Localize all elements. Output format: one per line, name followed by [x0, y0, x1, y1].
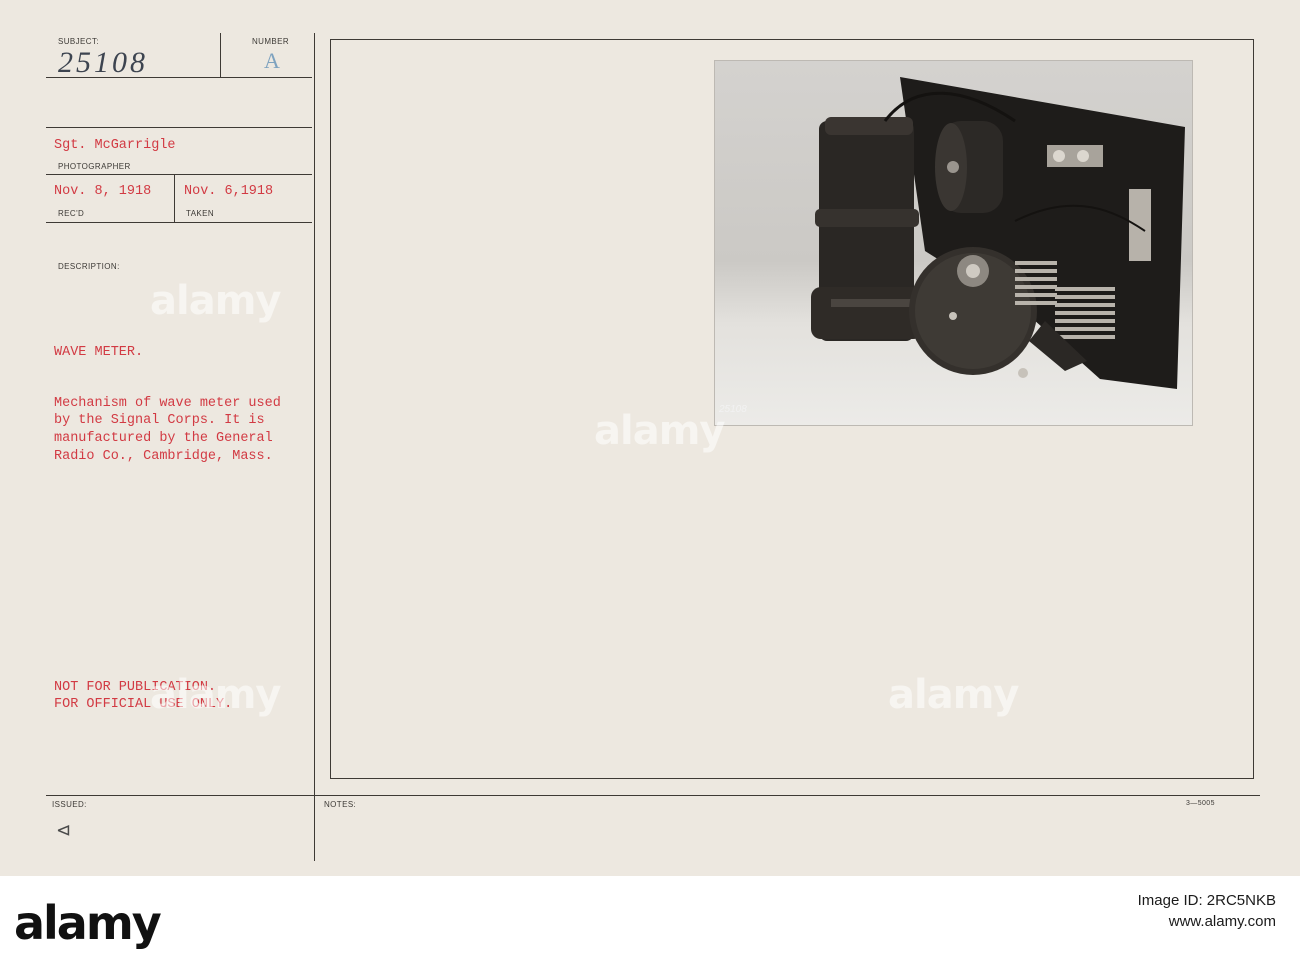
image-id: Image ID: 2RC5NKB [1137, 892, 1276, 909]
form-rule [46, 222, 312, 223]
taken-date: Nov. 6,1918 [184, 184, 274, 199]
watermark: alamy [150, 278, 281, 324]
description-line: by the Signal Corps. It is [54, 413, 265, 428]
left-column-divider [314, 33, 315, 861]
description-line: Mechanism of wave meter used [54, 396, 281, 411]
date-divider [174, 174, 175, 222]
bottom-rule [46, 795, 1260, 796]
taken-label: TAKEN [186, 209, 215, 218]
number-stamp: A [264, 48, 280, 73]
recd-label: REC'D [58, 209, 85, 218]
form-rule [46, 174, 312, 175]
watermark: alamy [594, 408, 725, 454]
issued-label: ISSUED: [52, 800, 87, 809]
wave-meter-illustration [811, 77, 1185, 389]
received-date: Nov. 8, 1918 [54, 184, 152, 199]
photographer-label: PHOTOGRAPHER [58, 162, 131, 171]
record-card: SUBJECT: NUMBER PHOTOGRAPHER REC'D TAKEN… [0, 0, 1300, 876]
photographer-name: Sgt. McGarrigle [54, 138, 176, 153]
description-label: DESCRIPTION: [58, 262, 120, 271]
notes-label: NOTES: [324, 800, 357, 809]
subject-label: SUBJECT: [58, 37, 99, 46]
image-id-block: Image ID: 2RC5NKB www.alamy.com [1138, 892, 1276, 930]
photo-title: WAVE METER. [54, 345, 144, 360]
site-url[interactable]: www.alamy.com [1138, 913, 1276, 930]
watermark: alamy [888, 672, 1019, 718]
wave-meter-photo: 25108 [714, 60, 1193, 426]
alamy-logo: alamy [14, 896, 162, 950]
description-line: Radio Co., Cambridge, Mass. [54, 449, 273, 464]
subject-number-handwritten: 25108 [58, 46, 148, 79]
form-rule [46, 127, 312, 128]
form-code: 3—5005 [1186, 800, 1215, 807]
subject-number-divider [220, 33, 221, 77]
issued-mark: ⊲ [56, 820, 72, 840]
footer-bar: alamy Image ID: 2RC5NKB www.alamy.com [0, 876, 1300, 966]
watermark: alamy [150, 672, 281, 718]
description-line: manufactured by the General [54, 431, 273, 446]
number-label: NUMBER [252, 37, 290, 46]
